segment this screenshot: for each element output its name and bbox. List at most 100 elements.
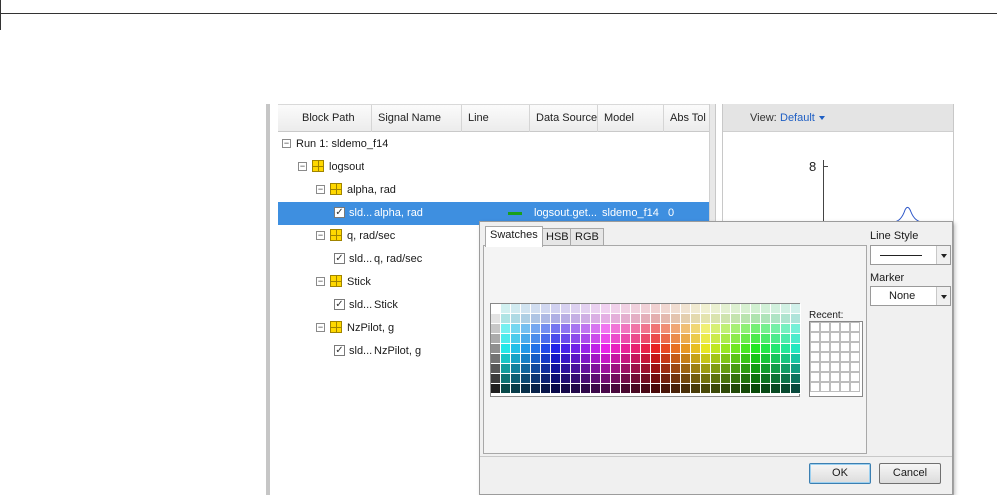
color-swatch[interactable] (531, 354, 541, 364)
col-data-source[interactable]: Data Source (530, 105, 598, 132)
color-swatch[interactable] (701, 364, 711, 374)
color-swatch[interactable] (621, 354, 631, 364)
color-swatch[interactable] (611, 344, 621, 354)
col-block-path[interactable]: Block Path (296, 105, 372, 132)
collapse-icon[interactable]: − (316, 230, 325, 240)
recent-swatch[interactable] (830, 352, 840, 362)
recent-swatch[interactable] (810, 352, 820, 362)
color-swatch[interactable] (651, 324, 661, 334)
color-swatch[interactable] (761, 354, 771, 364)
recent-swatch[interactable] (830, 362, 840, 372)
color-swatch[interactable] (631, 344, 641, 354)
color-swatch[interactable] (591, 334, 601, 344)
color-swatch[interactable] (791, 374, 801, 384)
recent-swatch[interactable] (820, 362, 830, 372)
color-swatch[interactable] (611, 364, 621, 374)
color-swatch[interactable] (491, 304, 501, 314)
color-swatch[interactable] (541, 384, 551, 394)
color-swatch[interactable] (541, 364, 551, 374)
color-swatch[interactable] (651, 374, 661, 384)
table-row[interactable]: − alpha, rad (278, 179, 709, 202)
color-swatch[interactable] (611, 354, 621, 364)
color-swatch[interactable] (641, 304, 651, 314)
color-swatch[interactable] (571, 384, 581, 394)
color-swatch[interactable] (731, 334, 741, 344)
color-swatch[interactable] (581, 334, 591, 344)
color-swatch[interactable] (671, 364, 681, 374)
color-swatch[interactable] (491, 324, 501, 334)
line-color-sample[interactable] (508, 212, 522, 215)
color-swatch[interactable] (681, 314, 691, 324)
color-swatch[interactable] (671, 314, 681, 324)
recent-swatch[interactable] (820, 352, 830, 362)
color-swatch[interactable] (741, 324, 751, 334)
color-swatch[interactable] (561, 334, 571, 344)
color-swatch[interactable] (551, 334, 561, 344)
color-swatch[interactable] (671, 374, 681, 384)
color-swatch[interactable] (551, 314, 561, 324)
ok-button[interactable]: OK (809, 463, 871, 484)
color-swatch[interactable] (601, 344, 611, 354)
color-swatch[interactable] (621, 344, 631, 354)
color-swatch[interactable] (551, 364, 561, 374)
color-swatch[interactable] (561, 344, 571, 354)
color-swatch[interactable] (541, 354, 551, 364)
recent-swatch[interactable] (810, 372, 820, 382)
color-swatch[interactable] (721, 334, 731, 344)
color-swatch[interactable] (531, 324, 541, 334)
col-line[interactable]: Line (462, 105, 530, 132)
color-swatch[interactable] (791, 334, 801, 344)
color-swatch[interactable] (581, 344, 591, 354)
color-swatch[interactable] (761, 344, 771, 354)
color-swatch[interactable] (741, 374, 751, 384)
color-swatch[interactable] (791, 304, 801, 314)
color-swatch[interactable] (641, 344, 651, 354)
color-swatch[interactable] (781, 384, 791, 394)
color-swatch[interactable] (511, 334, 521, 344)
color-swatch[interactable] (771, 384, 781, 394)
color-swatch[interactable] (761, 314, 771, 324)
color-swatch[interactable] (741, 344, 751, 354)
recent-swatch-grid[interactable] (809, 321, 863, 397)
color-swatch[interactable] (781, 314, 791, 324)
color-swatch[interactable] (551, 354, 561, 364)
color-swatch[interactable] (691, 344, 701, 354)
color-swatch[interactable] (771, 314, 781, 324)
checkbox-checked[interactable]: ✓ (334, 344, 345, 356)
color-swatch[interactable] (701, 384, 711, 394)
color-swatch[interactable] (661, 304, 671, 314)
color-swatch[interactable] (591, 384, 601, 394)
color-swatch[interactable] (501, 354, 511, 364)
color-swatch[interactable] (631, 384, 641, 394)
color-swatch[interactable] (711, 374, 721, 384)
color-swatch[interactable] (531, 304, 541, 314)
color-swatch[interactable] (571, 314, 581, 324)
color-swatch[interactable] (591, 344, 601, 354)
recent-swatch[interactable] (850, 322, 860, 332)
color-swatch[interactable] (541, 324, 551, 334)
color-swatch[interactable] (621, 374, 631, 384)
color-swatch[interactable] (691, 324, 701, 334)
color-swatch[interactable] (491, 364, 501, 374)
chevron-down-icon[interactable] (936, 287, 950, 305)
color-swatch[interactable] (721, 364, 731, 374)
color-swatch[interactable] (521, 314, 531, 324)
chevron-down-icon[interactable] (819, 116, 825, 120)
color-swatch[interactable] (701, 324, 711, 334)
color-swatch[interactable] (761, 324, 771, 334)
color-swatch[interactable] (501, 344, 511, 354)
checkbox-checked[interactable]: ✓ (334, 206, 345, 218)
recent-swatch[interactable] (840, 372, 850, 382)
color-swatch[interactable] (731, 304, 741, 314)
color-swatch[interactable] (591, 314, 601, 324)
color-swatch[interactable] (501, 304, 511, 314)
color-swatch[interactable] (771, 374, 781, 384)
color-swatch[interactable] (621, 384, 631, 394)
color-swatch[interactable] (601, 314, 611, 324)
color-swatch[interactable] (581, 314, 591, 324)
color-swatch[interactable] (521, 344, 531, 354)
color-swatch[interactable] (671, 354, 681, 364)
color-swatch[interactable] (731, 374, 741, 384)
color-swatch[interactable] (601, 334, 611, 344)
color-swatch[interactable] (531, 374, 541, 384)
